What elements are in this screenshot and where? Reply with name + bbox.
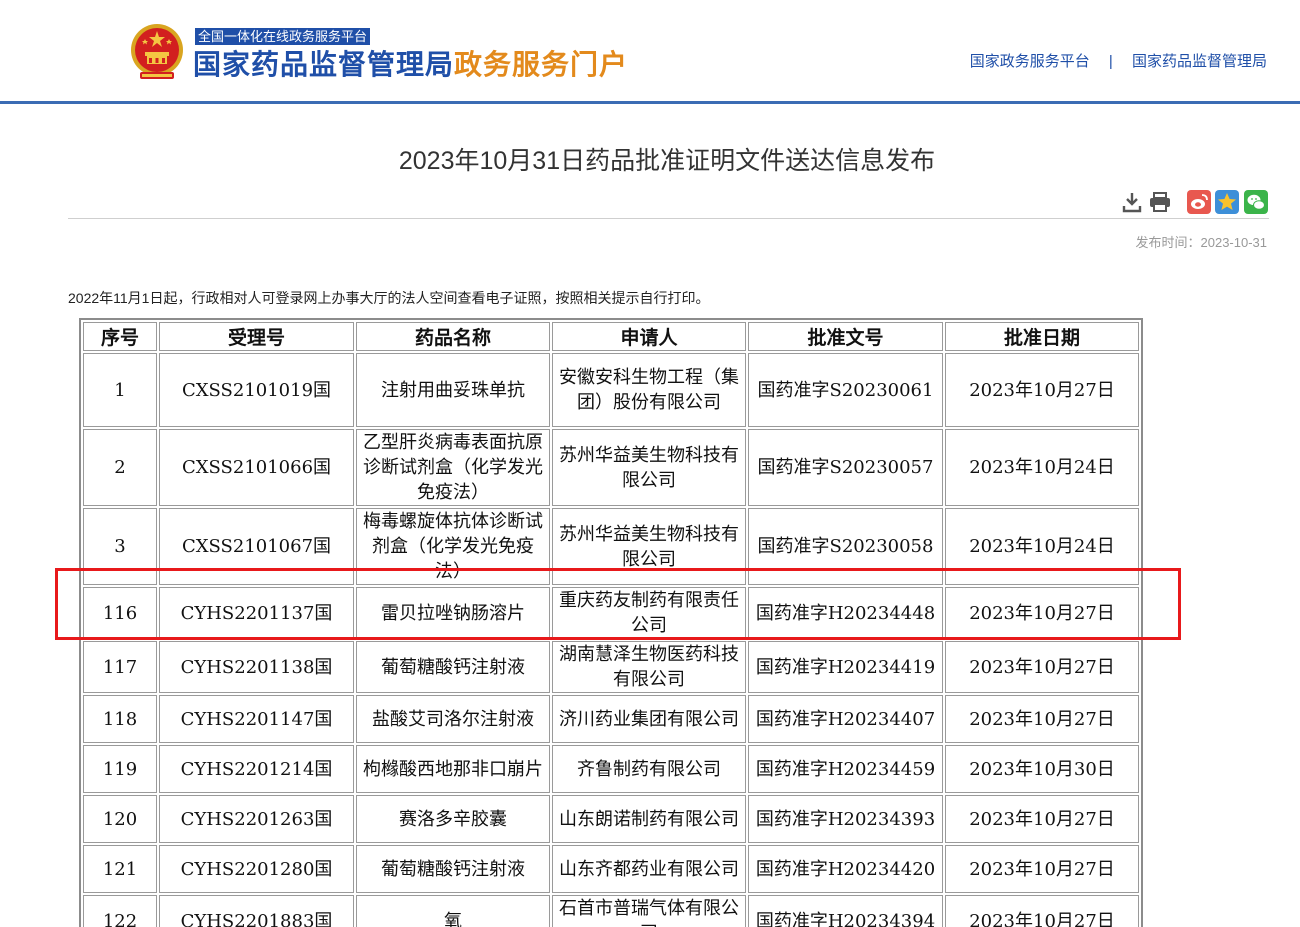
national-emblem-icon bbox=[131, 24, 183, 79]
cell-acceptance-no: CXSS2101067国 bbox=[159, 508, 354, 585]
download-icon[interactable] bbox=[1120, 190, 1144, 214]
col-header-drug-name: 药品名称 bbox=[356, 322, 550, 351]
table-row: 3 CXSS2101067国 梅毒螺旋体抗体诊断试剂盒（化学发光免疫法） 苏州华… bbox=[83, 508, 1139, 585]
site-name-sub: 政务服务门户 bbox=[454, 49, 629, 80]
cell-approval-date: 2023年10月27日 bbox=[945, 795, 1139, 843]
site-name-main: 国家药品监督管理局 bbox=[193, 49, 455, 80]
cell-serial: 2 bbox=[83, 429, 157, 506]
col-header-approval-date: 批准日期 bbox=[945, 322, 1139, 351]
cell-acceptance-no: CXSS2101019国 bbox=[159, 353, 354, 427]
cell-approval-no: 国药准字H20234459 bbox=[748, 745, 943, 793]
cell-approval-date: 2023年10月27日 bbox=[945, 895, 1139, 927]
cell-serial: 120 bbox=[83, 795, 157, 843]
cell-approval-date: 2023年10月27日 bbox=[945, 695, 1139, 743]
cell-serial: 117 bbox=[83, 641, 157, 693]
cell-approval-date: 2023年10月27日 bbox=[945, 353, 1139, 427]
cell-drug-name: 葡萄糖酸钙注射液 bbox=[356, 845, 550, 893]
print-icon[interactable] bbox=[1148, 190, 1172, 214]
cell-applicant: 湖南慧泽生物医药科技有限公司 bbox=[552, 641, 746, 693]
cell-drug-name: 盐酸艾司洛尔注射液 bbox=[356, 695, 550, 743]
cell-approval-date: 2023年10月24日 bbox=[945, 429, 1139, 506]
cell-drug-name: 乙型肝炎病毒表面抗原诊断试剂盒（化学发光免疫法） bbox=[356, 429, 550, 506]
platform-tag: 全国一体化在线政务服务平台 bbox=[195, 28, 371, 45]
cell-applicant: 苏州华益美生物科技有限公司 bbox=[552, 429, 746, 506]
cell-applicant: 齐鲁制药有限公司 bbox=[552, 745, 746, 793]
cell-acceptance-no: CYHS2201147国 bbox=[159, 695, 354, 743]
article-tools bbox=[1118, 190, 1270, 216]
col-header-serial: 序号 bbox=[83, 322, 157, 351]
cell-serial: 116 bbox=[83, 587, 157, 639]
cell-approval-no: 国药准字S20230061 bbox=[748, 353, 943, 427]
cell-acceptance-no: CYHS2201138国 bbox=[159, 641, 354, 693]
title-divider bbox=[68, 218, 1269, 219]
table-header-row: 序号 受理号 药品名称 申请人 批准文号 批准日期 bbox=[83, 322, 1139, 351]
approval-table: 序号 受理号 药品名称 申请人 批准文号 批准日期 1 CXSS2101019国… bbox=[79, 318, 1143, 927]
cell-approval-date: 2023年10月30日 bbox=[945, 745, 1139, 793]
qzone-icon[interactable] bbox=[1215, 190, 1239, 214]
cell-approval-date: 2023年10月27日 bbox=[945, 845, 1139, 893]
cell-applicant: 济川药业集团有限公司 bbox=[552, 695, 746, 743]
publish-time: 发布时间：2023-10-31 bbox=[1135, 235, 1268, 250]
cell-serial: 118 bbox=[83, 695, 157, 743]
cell-applicant: 安徽安科生物工程（集团）股份有限公司 bbox=[552, 353, 746, 427]
cell-drug-name: 枸橼酸西地那非口崩片 bbox=[356, 745, 550, 793]
cell-serial: 3 bbox=[83, 508, 157, 585]
col-header-acceptance-no: 受理号 bbox=[159, 322, 354, 351]
cell-drug-name: 赛洛多辛胶囊 bbox=[356, 795, 550, 843]
col-header-applicant: 申请人 bbox=[552, 322, 746, 351]
cell-acceptance-no: CYHS2201883国 bbox=[159, 895, 354, 927]
approval-table-wrapper: 序号 受理号 药品名称 申请人 批准文号 批准日期 1 CXSS2101019国… bbox=[79, 318, 1143, 927]
table-row: 1 CXSS2101019国 注射用曲妥珠单抗 安徽安科生物工程（集团）股份有限… bbox=[83, 353, 1139, 427]
cell-acceptance-no: CYHS2201214国 bbox=[159, 745, 354, 793]
wechat-icon[interactable] bbox=[1244, 190, 1268, 214]
cell-approval-no: 国药准字H20234448 bbox=[748, 587, 943, 639]
cell-approval-no: 国药准字H20234407 bbox=[748, 695, 943, 743]
cell-approval-no: 国药准字H20234393 bbox=[748, 795, 943, 843]
top-links: 国家政务服务平台 | 国家药品监督管理局 bbox=[970, 50, 1267, 71]
cell-drug-name: 氧 bbox=[356, 895, 550, 927]
site-header: 全国一体化在线政务服务平台 国家药品监督管理局政务服务门户 国家政务服务平台 |… bbox=[0, 0, 1300, 104]
link-gov-service-platform[interactable]: 国家政务服务平台 bbox=[970, 53, 1090, 70]
table-row: 118 CYHS2201147国 盐酸艾司洛尔注射液 济川药业集团有限公司 国药… bbox=[83, 695, 1139, 743]
table-row-highlighted: 116 CYHS2201137国 雷贝拉唑钠肠溶片 重庆药友制药有限责任公司 国… bbox=[83, 587, 1139, 639]
cell-drug-name: 梅毒螺旋体抗体诊断试剂盒（化学发光免疫法） bbox=[356, 508, 550, 585]
cell-serial: 1 bbox=[83, 353, 157, 427]
cell-applicant: 山东朗诺制药有限公司 bbox=[552, 795, 746, 843]
cell-approval-no: 国药准字H20234394 bbox=[748, 895, 943, 927]
article-title: 2023年10月31日药品批准证明文件送达信息发布 bbox=[398, 147, 936, 175]
cell-serial: 119 bbox=[83, 745, 157, 793]
cell-acceptance-no: CYHS2201137国 bbox=[159, 587, 354, 639]
cell-applicant: 重庆药友制药有限责任公司 bbox=[552, 587, 746, 639]
cell-applicant: 苏州华益美生物科技有限公司 bbox=[552, 508, 746, 585]
cell-applicant: 石首市普瑞气体有限公司 bbox=[552, 895, 746, 927]
table-row: 117 CYHS2201138国 葡萄糖酸钙注射液 湖南慧泽生物医药科技有限公司… bbox=[83, 641, 1139, 693]
weibo-icon[interactable] bbox=[1187, 190, 1211, 214]
cell-applicant: 山东齐都药业有限公司 bbox=[552, 845, 746, 893]
table-row: 120 CYHS2201263国 赛洛多辛胶囊 山东朗诺制药有限公司 国药准字H… bbox=[83, 795, 1139, 843]
cell-drug-name: 雷贝拉唑钠肠溶片 bbox=[356, 587, 550, 639]
cell-approval-no: 国药准字H20234419 bbox=[748, 641, 943, 693]
link-separator: | bbox=[1108, 53, 1113, 70]
col-header-approval-no: 批准文号 bbox=[748, 322, 943, 351]
cell-acceptance-no: CYHS2201280国 bbox=[159, 845, 354, 893]
table-row: 119 CYHS2201214国 枸橼酸西地那非口崩片 齐鲁制药有限公司 国药准… bbox=[83, 745, 1139, 793]
cell-approval-date: 2023年10月27日 bbox=[945, 641, 1139, 693]
cell-drug-name: 葡萄糖酸钙注射液 bbox=[356, 641, 550, 693]
cell-drug-name: 注射用曲妥珠单抗 bbox=[356, 353, 550, 427]
cell-acceptance-no: CXSS2101066国 bbox=[159, 429, 354, 506]
table-row: 121 CYHS2201280国 葡萄糖酸钙注射液 山东齐都药业有限公司 国药准… bbox=[83, 845, 1139, 893]
table-row: 122 CYHS2201883国 氧 石首市普瑞气体有限公司 国药准字H2023… bbox=[83, 895, 1139, 927]
link-nmpa[interactable]: 国家药品监督管理局 bbox=[1132, 53, 1267, 70]
cell-approval-date: 2023年10月24日 bbox=[945, 508, 1139, 585]
table-row: 2 CXSS2101066国 乙型肝炎病毒表面抗原诊断试剂盒（化学发光免疫法） … bbox=[83, 429, 1139, 506]
cell-serial: 122 bbox=[83, 895, 157, 927]
cell-approval-date: 2023年10月27日 bbox=[945, 587, 1139, 639]
cell-approval-no: 国药准字S20230058 bbox=[748, 508, 943, 585]
cell-serial: 121 bbox=[83, 845, 157, 893]
cell-approval-no: 国药准字H20234420 bbox=[748, 845, 943, 893]
cell-approval-no: 国药准字S20230057 bbox=[748, 429, 943, 506]
article-notice: 2022年11月1日起，行政相对人可登录网上办事大厅的法人空间查看电子证照，按照… bbox=[68, 290, 710, 306]
site-name[interactable]: 国家药品监督管理局政务服务门户 bbox=[193, 47, 628, 83]
cell-acceptance-no: CYHS2201263国 bbox=[159, 795, 354, 843]
